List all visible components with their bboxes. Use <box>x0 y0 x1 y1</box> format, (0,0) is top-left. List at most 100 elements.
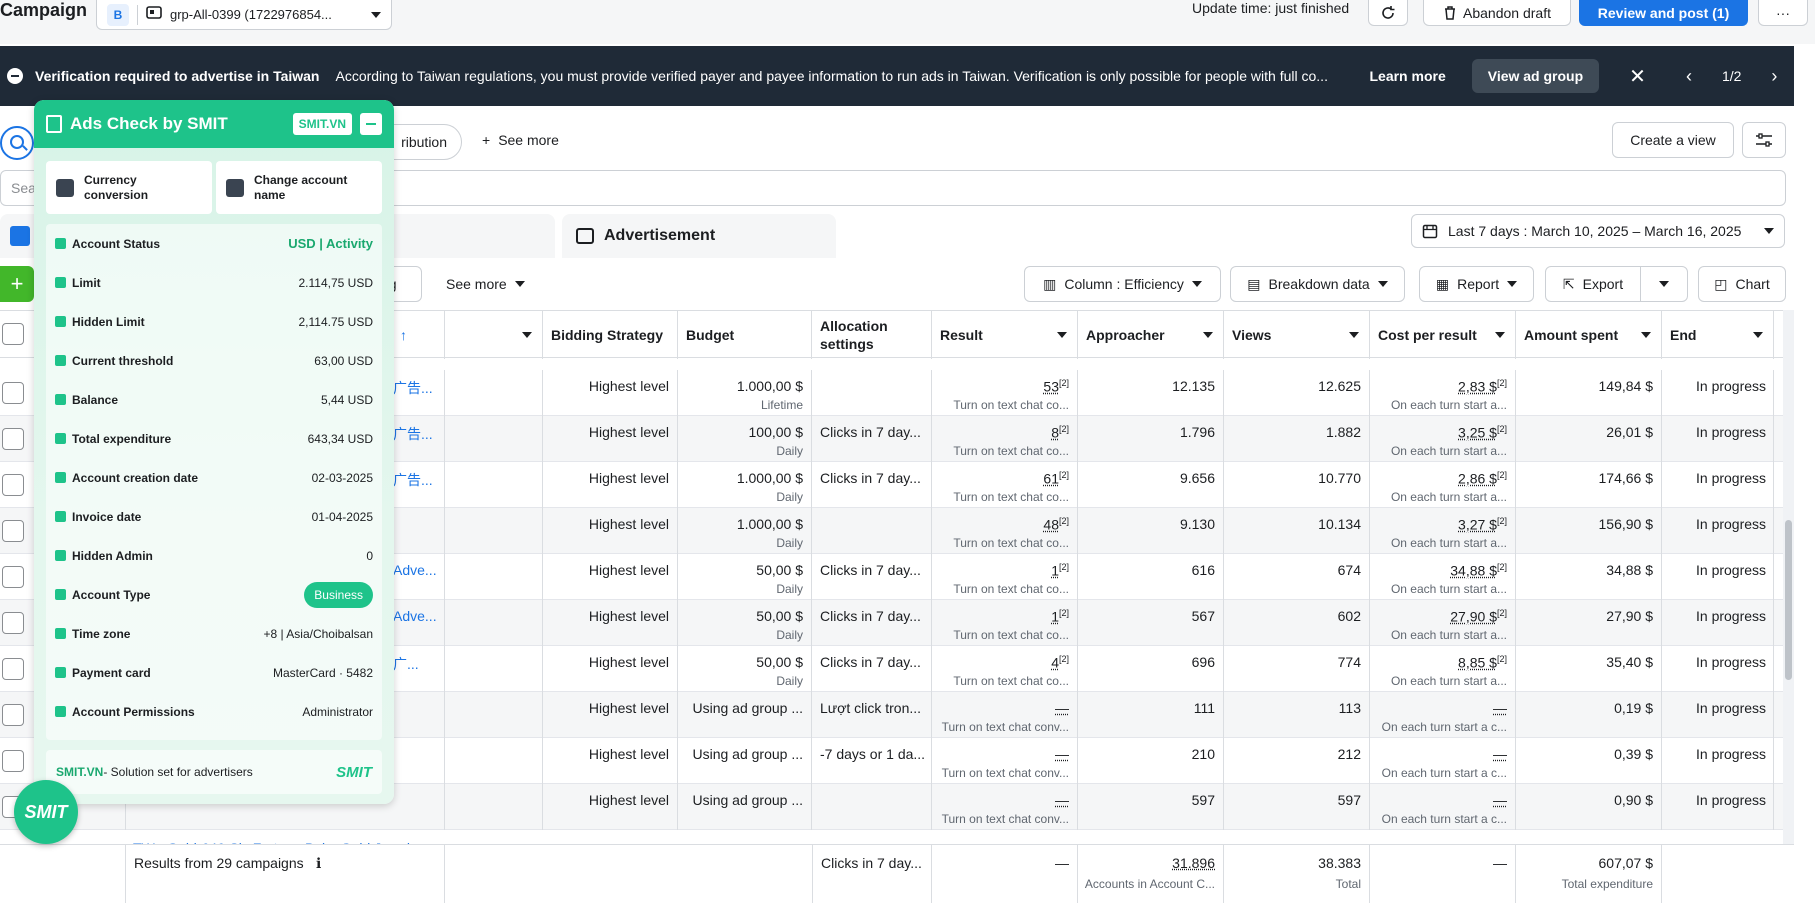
row-name-link[interactable]: 广告... <box>393 424 433 444</box>
row-name-link[interactable]: Adve... <box>393 608 437 624</box>
row-result[interactable]: — <box>1055 792 1069 808</box>
table-row[interactable]: TW - Gold-646-Six Fortune Baby Gold Jewe… <box>0 830 1794 844</box>
column-header-spent[interactable]: Amount spent <box>1516 311 1662 359</box>
column-header-cost[interactable]: Cost per result <box>1370 311 1516 359</box>
row-cost-sub: On each turn start a... <box>1391 398 1507 412</box>
chevron-down-icon <box>1349 332 1359 338</box>
chevron-right-icon[interactable]: › <box>1771 66 1777 87</box>
row-result-sub: Turn on text chat co... <box>953 628 1069 642</box>
view-ad-group-button[interactable]: View ad group <box>1472 59 1599 93</box>
learn-more-link[interactable]: Learn more <box>1369 68 1445 84</box>
row-result-sup: [2] <box>1059 562 1069 572</box>
row-result[interactable]: 1 <box>1051 563 1059 579</box>
close-icon[interactable]: ✕ <box>1629 64 1646 89</box>
search-icon[interactable] <box>0 126 34 160</box>
row-result-cell: 8[2] Turn on text chat co... <box>932 416 1078 462</box>
row-cost[interactable]: 2,83 $ <box>1458 379 1497 395</box>
smit-footer-brand[interactable]: SMIT.VN <box>56 765 103 779</box>
row-cost[interactable]: — <box>1493 792 1507 808</box>
row-name-link[interactable]: Adve... <box>393 562 437 578</box>
smit-badge[interactable]: SMIT.VN <box>293 113 352 135</box>
row-checkbox[interactable] <box>2 658 24 680</box>
row-budget-sub: Daily <box>776 444 803 458</box>
row-name-link[interactable]: 广... <box>393 654 419 674</box>
row-result[interactable]: — <box>1055 746 1069 762</box>
row-result-cell: — Turn on text chat conv... <box>932 738 1078 784</box>
row-checkbox[interactable] <box>2 382 24 404</box>
breakdown-icon: ▤ <box>1247 276 1260 293</box>
see-more-filters[interactable]: + See more <box>482 132 559 148</box>
breakdown-button[interactable]: ▤ Breakdown data <box>1230 266 1405 302</box>
row-end: In progress <box>1696 470 1766 486</box>
refresh-button[interactable] <box>1368 0 1408 26</box>
row-end: In progress <box>1696 608 1766 624</box>
verification-banner: Verification required to advertise in Ta… <box>0 46 1794 106</box>
row-spent-cell: 27,90 $ <box>1516 600 1662 646</box>
smit-floating-button[interactable]: SMIT <box>14 780 78 844</box>
column-header-bidding[interactable]: Bidding Strategy <box>543 311 678 359</box>
export-dropdown-button[interactable] <box>1640 266 1688 302</box>
review-and-post-button[interactable]: Review and post (1) <box>1579 0 1748 26</box>
row-result[interactable]: 8 <box>1051 425 1059 441</box>
row-cost[interactable]: 3,27 $ <box>1458 517 1497 533</box>
account-selector[interactable]: B grp-All-0399 (1722976854... <box>96 0 392 30</box>
row-cost[interactable]: 8,85 $ <box>1458 655 1497 671</box>
create-view-button[interactable]: Create a view <box>1612 122 1734 158</box>
row-cost[interactable]: 34,88 $ <box>1450 563 1497 579</box>
column-header-views[interactable]: Views <box>1224 311 1370 359</box>
row-name-link[interactable]: 广告... <box>393 378 433 398</box>
row-budget-cell: Using ad group ... <box>678 738 812 784</box>
row-checkbox[interactable] <box>2 750 24 772</box>
row-cost[interactable]: 3,25 $ <box>1458 425 1497 441</box>
row-bid-cell: Highest level <box>543 554 678 600</box>
info-row-icon <box>55 472 66 483</box>
date-range-picker[interactable]: Last 7 days : March 10, 2025 – March 16,… <box>1411 214 1785 248</box>
column-header-result[interactable]: Result <box>932 311 1078 359</box>
row-checkbox[interactable] <box>2 566 24 588</box>
minimize-icon[interactable] <box>360 113 382 135</box>
chevron-left-icon[interactable]: ‹ <box>1686 66 1692 87</box>
select-all-checkbox[interactable] <box>2 323 24 345</box>
report-button[interactable]: ▦ Report <box>1419 266 1534 302</box>
smit-info-label: Account Permissions <box>72 705 302 719</box>
row-spent-cell: 0,19 $ <box>1516 692 1662 738</box>
column-header-approacher[interactable]: Approacher <box>1078 311 1224 359</box>
column-selector-button[interactable]: ▥ Column : Efficiency <box>1024 266 1221 302</box>
table-scrollbar[interactable] <box>1783 310 1794 844</box>
row-name-link[interactable]: 广告... <box>393 470 433 490</box>
row-result[interactable]: 53 <box>1043 379 1059 395</box>
row-cost-cell: — On each turn start a c... <box>1370 784 1516 830</box>
abandon-draft-button[interactable]: Abandon draft <box>1423 0 1571 26</box>
sliders-icon[interactable] <box>1742 122 1786 158</box>
change-account-name-button[interactable]: Change account name <box>216 161 382 214</box>
row-checkbox[interactable] <box>2 520 24 542</box>
row-cost[interactable]: — <box>1493 700 1507 716</box>
export-button[interactable]: ⇱ Export <box>1545 266 1641 302</box>
column-header-sort[interactable]: ↑ <box>392 311 445 359</box>
row-result[interactable]: — <box>1055 700 1069 716</box>
scrollbar-thumb[interactable] <box>1785 520 1792 680</box>
row-result[interactable]: 4 <box>1051 655 1059 671</box>
row-result[interactable]: 48 <box>1043 517 1059 533</box>
column-header-budget[interactable]: Budget <box>678 311 812 359</box>
column-header-end[interactable]: End <box>1662 311 1774 359</box>
row-checkbox[interactable] <box>2 428 24 450</box>
see-more-toolbar[interactable]: See more <box>446 276 525 292</box>
column-header-allocation[interactable]: Allocation settings <box>812 311 932 359</box>
row-result[interactable]: 61 <box>1043 471 1059 487</box>
chart-button[interactable]: ◰ Chart <box>1698 266 1786 302</box>
row-checkbox[interactable] <box>2 704 24 726</box>
tab-advertisement[interactable]: Advertisement <box>562 214 836 258</box>
add-button[interactable]: + <box>0 266 34 302</box>
row-budget: Using ad group ... <box>692 746 803 762</box>
currency-conversion-button[interactable]: Currency conversion <box>46 161 212 214</box>
row-result[interactable]: 1 <box>1051 609 1059 625</box>
column-header-blank[interactable] <box>445 311 543 359</box>
row-cost[interactable]: 2,86 $ <box>1458 471 1497 487</box>
row-cost[interactable]: 27,90 $ <box>1450 609 1497 625</box>
info-icon[interactable]: ℹ <box>316 855 321 872</box>
row-checkbox[interactable] <box>2 612 24 634</box>
row-cost[interactable]: — <box>1493 746 1507 762</box>
row-checkbox[interactable] <box>2 474 24 496</box>
more-options-button[interactable]: ··· <box>1758 0 1808 26</box>
